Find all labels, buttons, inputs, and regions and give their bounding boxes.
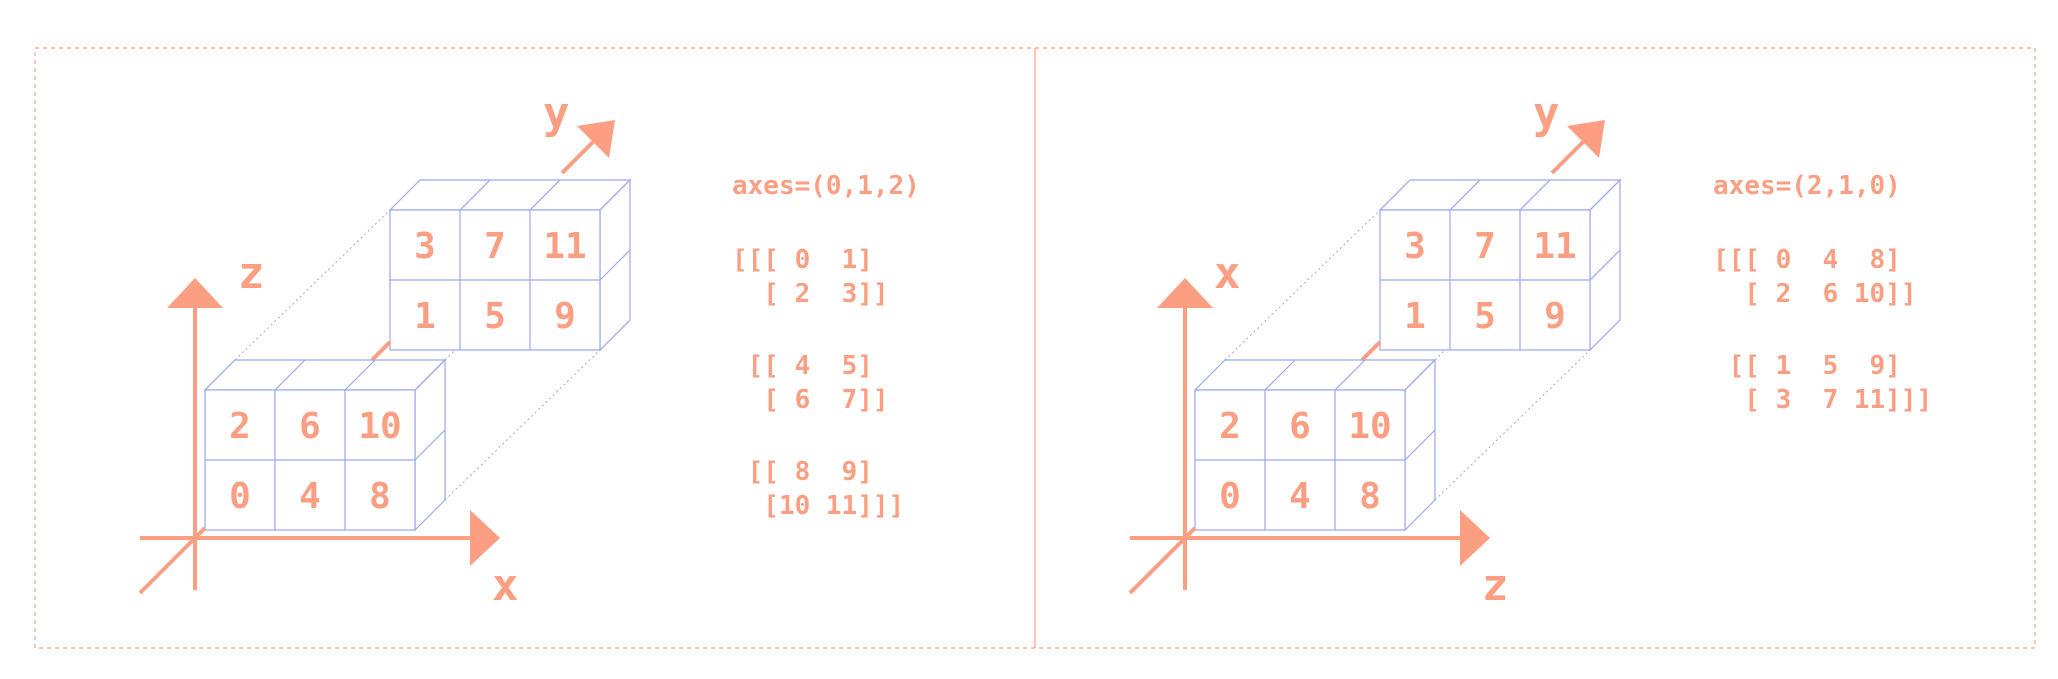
transpose-diagram: z x y 3 7 11 1 5 9 2 6 10 0 4 8 axes=(0,…: [34, 47, 2036, 649]
back-cell: 3: [414, 226, 436, 267]
front-cell: 4: [299, 476, 321, 517]
array-line: [[[ 0 4 8]: [1713, 245, 1901, 275]
depth-axis-label: y: [543, 88, 570, 139]
front-cell: 10: [358, 406, 401, 447]
vertical-axis-label: x: [1214, 248, 1241, 299]
vertical-axis-label: z: [238, 248, 265, 299]
front-cell: 8: [369, 476, 391, 517]
panel-left: z x y 3 7 11 1 5 9 2 6 10 0 4 8 axes=(0,…: [138, 88, 920, 611]
front-cell: 6: [299, 406, 321, 447]
array-line: [[[ 0 1]: [732, 245, 873, 275]
front-cell: 6: [1289, 406, 1311, 447]
front-cell: 0: [1219, 476, 1241, 517]
front-cell: 2: [1219, 406, 1241, 447]
array-line: [[ 8 9]: [732, 457, 873, 487]
array-line: [ 2 3]]: [732, 279, 889, 309]
back-cell: 5: [1474, 296, 1496, 337]
horizontal-axis-arrow-icon: [1460, 510, 1490, 566]
back-cell: 9: [554, 296, 576, 337]
vertical-axis-arrow-icon: [1157, 278, 1213, 308]
back-cell: 1: [1404, 296, 1426, 337]
array-line: [ 3 7 11]]]: [1713, 385, 1932, 415]
panel-right: x z y 3 7 11 1 5 9 2 6 10 0 4 8 axes=(2,…: [1128, 88, 1932, 611]
horizontal-axis-label: z: [1482, 560, 1509, 611]
depth-axis-label: y: [1533, 88, 1560, 139]
back-cell: 1: [414, 296, 436, 337]
axes-label: axes=(2,1,0): [1713, 171, 1901, 201]
depth-axis: [560, 138, 597, 175]
back-cell: 11: [1533, 226, 1576, 267]
back-cell: 3: [1404, 226, 1426, 267]
array-line: [ 2 6 10]]: [1713, 279, 1917, 309]
horizontal-axis-label: x: [492, 560, 519, 611]
front-cell: 10: [1348, 406, 1391, 447]
axes-label: axes=(0,1,2): [732, 171, 920, 201]
front-cell: 2: [229, 406, 251, 447]
back-cell: 7: [484, 226, 506, 267]
front-cell: 8: [1359, 476, 1381, 517]
front-cell: 0: [229, 476, 251, 517]
array-line: [10 11]]]: [732, 491, 904, 521]
back-cell: 7: [1474, 226, 1496, 267]
horizontal-axis-arrow-icon: [470, 510, 500, 566]
array-line: [ 6 7]]: [732, 385, 889, 415]
vertical-axis-arrow-icon: [167, 278, 223, 308]
array-line: [[ 4 5]: [732, 351, 873, 381]
array-line: [[ 1 5 9]: [1713, 351, 1901, 381]
front-cell: 4: [1289, 476, 1311, 517]
depth-axis: [1550, 138, 1587, 175]
back-cell: 9: [1544, 296, 1566, 337]
back-cell: 11: [543, 226, 586, 267]
back-cell: 5: [484, 296, 506, 337]
